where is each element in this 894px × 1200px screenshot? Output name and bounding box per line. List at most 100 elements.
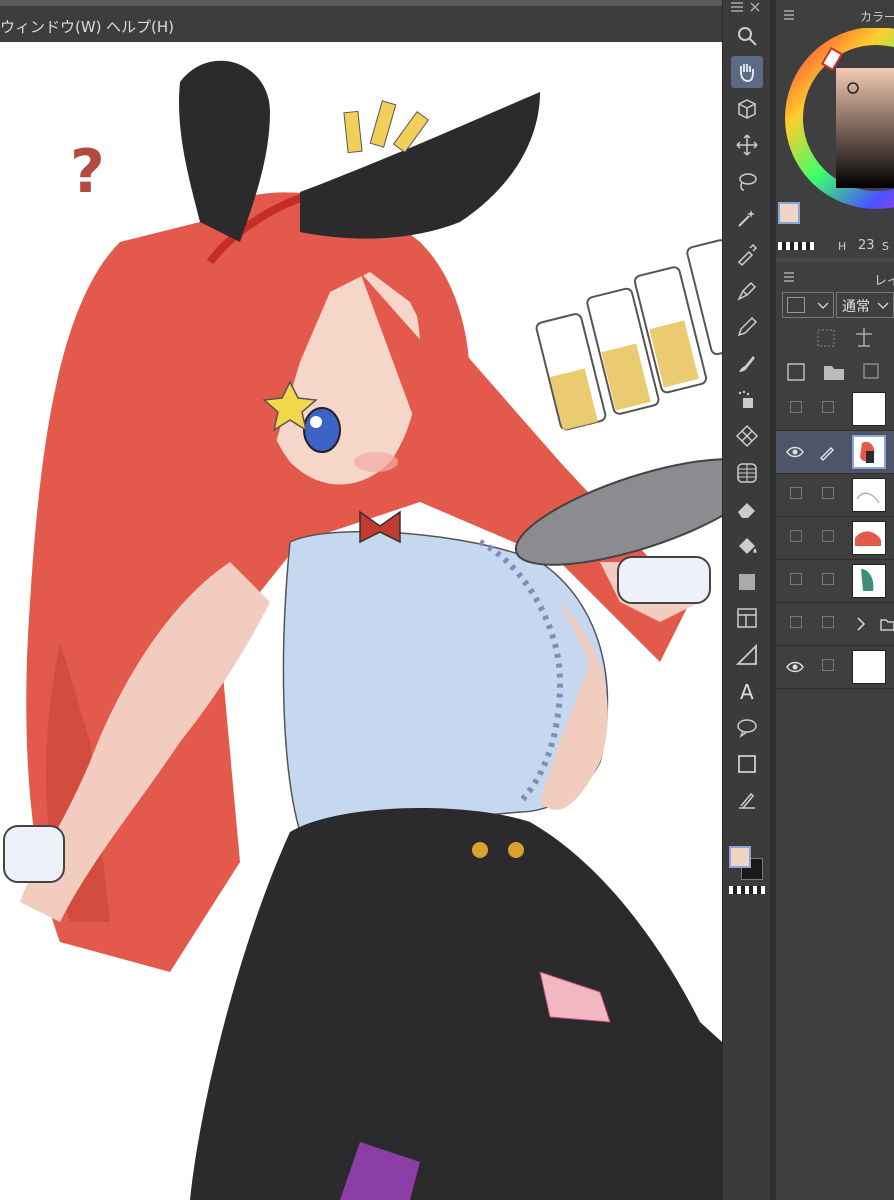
blend-mode-value: 通常 [842,299,870,315]
new-folder-icon[interactable] [824,366,844,380]
tool-button-search[interactable] [731,20,763,52]
layer-color-button[interactable] [782,292,834,318]
chevron-down-icon [817,302,829,310]
tool-button-balloon[interactable] [731,712,763,744]
hand-icon [740,64,754,83]
folder-icon [880,619,894,631]
tool-button-move[interactable] [731,129,763,161]
lasso-icon [739,172,757,191]
edit-lock-toggle[interactable] [822,659,834,671]
tool-button-fill[interactable] [731,530,763,562]
layer-thumbnail [852,521,886,555]
layer-property-row [817,328,872,347]
layer-thumbnail [852,650,886,684]
tool-button-3d-object[interactable] [731,93,763,125]
layer-panel-title: レイ [874,274,894,289]
layer-row[interactable] [776,646,894,689]
tool-button-eyedropper[interactable] [731,238,763,270]
transparent-swatch[interactable] [778,242,814,250]
visibility-toggle[interactable] [790,530,802,542]
tool-bar: A [722,0,771,1200]
color-panel-title-text: カラーサ [860,10,894,24]
panel-menu-icon[interactable] [782,8,796,22]
brush-icon [739,355,755,372]
menu-help[interactable]: ヘルプ(H) [106,16,174,37]
layer-thumbnail [852,564,886,598]
edit-lock-toggle[interactable] [822,530,834,542]
grid-icon [737,463,757,483]
edit-lock-toggle[interactable] [822,573,834,585]
color-panel-title: カラーサ [776,6,894,26]
menu-bar: ウィンドウ(W) ヘルプ(H) [0,0,722,42]
layer-panel: レイ 通常 [776,262,894,1200]
clip-icon[interactable] [817,329,835,347]
layer-row[interactable] [776,388,894,431]
new-layer-icon[interactable] [787,363,805,381]
layer-thumbnail [852,478,886,512]
eye-icon[interactable] [786,446,804,458]
search-icon [738,27,757,46]
tool-button-frame[interactable] [731,602,763,634]
lock-icon[interactable] [856,328,872,347]
layer-row[interactable] [776,517,894,560]
magic-wand-icon [738,210,755,227]
color-wheel-panel: カラーサ H 23 S [776,0,894,258]
layer-action-row [787,363,879,381]
tool-button-pencil[interactable] [731,311,763,343]
layer-row[interactable] [776,560,894,603]
pencil-icon [737,317,758,337]
visibility-toggle[interactable] [790,573,802,585]
ruler-icon [735,643,757,665]
toolbar-transparent-color[interactable] [729,886,765,894]
layer-row[interactable] [776,474,894,517]
pen-icon[interactable] [818,443,836,461]
fill-icon [739,537,757,554]
shape-icon [738,755,756,773]
drawing-canvas[interactable]: ? [0,42,722,1200]
edit-lock-toggle[interactable] [822,401,834,413]
gradient-icon [739,574,755,590]
size-s-label: S [882,240,889,253]
tool-button-lasso[interactable] [731,166,763,198]
pen-icon [737,281,757,301]
visibility-toggle[interactable] [790,487,802,499]
tool-button-pen[interactable] [731,275,763,307]
tool-button-text[interactable]: A [731,675,763,707]
tool-button-brush[interactable] [731,348,763,380]
layer-folder-row[interactable] [776,603,894,646]
toolbar-header [723,0,771,16]
tool-button-ruler[interactable] [731,639,763,671]
menu-window[interactable]: ウィンドウ(W) [0,16,102,37]
tool-button-hand[interactable] [731,56,763,89]
edit-lock-toggle[interactable] [822,487,834,499]
svg-text:A: A [740,680,754,703]
canvas-illustration: ? [0,42,722,1200]
layer-row-selected[interactable] [776,431,894,474]
main-color-swatch[interactable] [778,202,800,224]
3d-object-icon [738,98,756,119]
blend-mode-select[interactable]: 通常 [836,292,894,318]
tool-button-airbrush[interactable] [731,384,763,416]
edit-lock-toggle[interactable] [822,616,834,628]
chevron-right-icon[interactable] [856,617,866,631]
svg-text:?: ? [70,137,105,207]
title-strip [0,0,722,6]
tool-button-shape[interactable] [731,748,763,780]
visibility-toggle[interactable] [790,616,802,628]
tool-button-magic-wand[interactable] [731,202,763,234]
visibility-toggle[interactable] [790,401,802,413]
layer-panel-menu-icon[interactable] [782,270,796,284]
tool-button-eraser[interactable] [731,493,763,525]
move-icon [736,134,758,156]
toolbar-main-color[interactable] [729,846,751,868]
text-icon: A [740,680,754,703]
eyedropper-icon [737,244,758,267]
copy-layer-icon[interactable] [863,363,879,379]
tool-button-grid[interactable] [731,457,763,489]
tool-button-gradient[interactable] [731,566,763,598]
eye-icon[interactable] [786,661,804,673]
tool-button-correction[interactable] [731,784,763,816]
balloon-icon [737,718,757,738]
tool-button-decoration[interactable] [731,420,763,452]
correction-icon [739,793,755,810]
